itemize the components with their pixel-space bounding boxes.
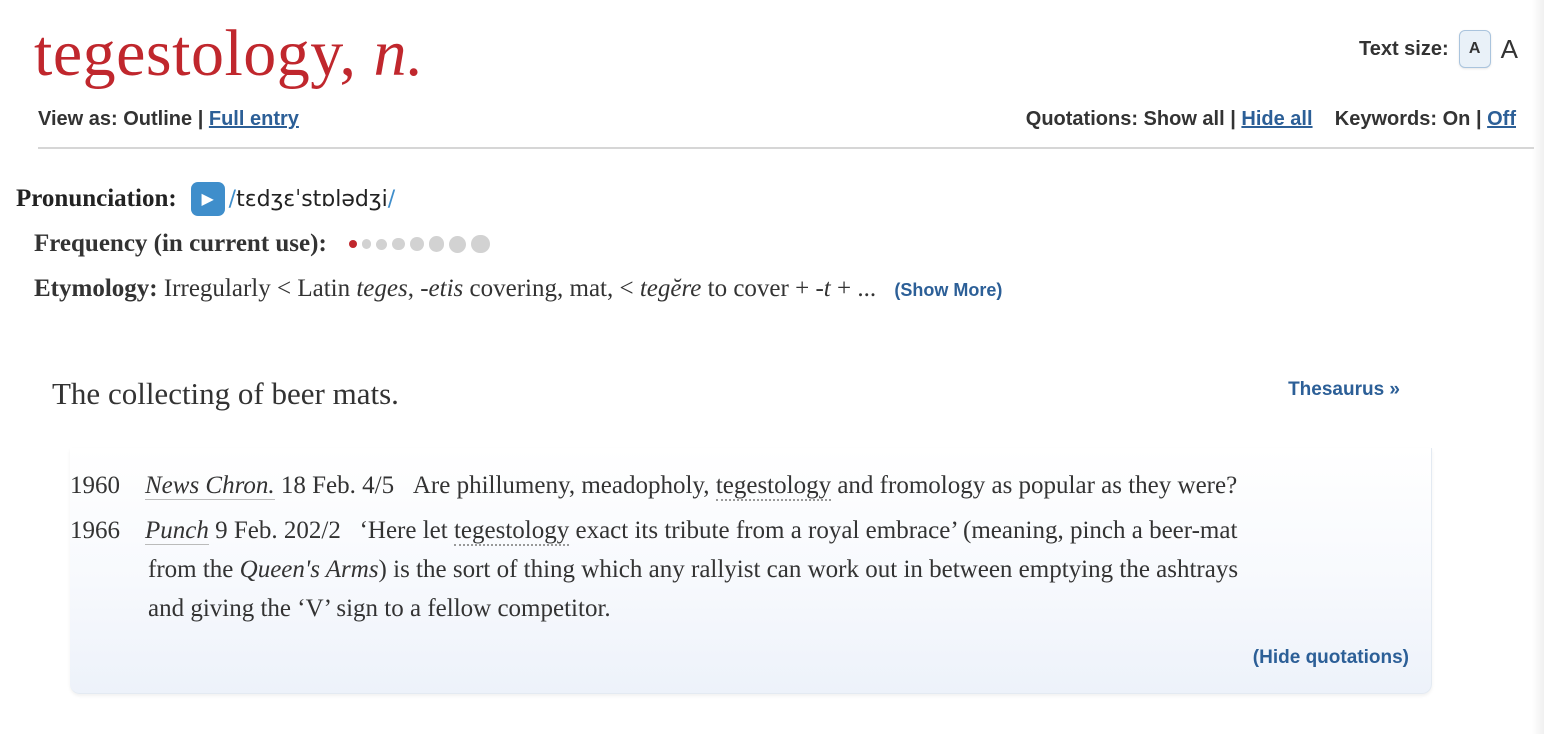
quotation-keyword[interactable]: tegestology xyxy=(453,517,570,546)
separator: | xyxy=(1475,108,1482,130)
quotation-text: Are phillumeny, meadopholy, xyxy=(412,472,716,499)
etymology-show-more-link[interactable]: (Show More) xyxy=(894,280,1002,300)
frequency-dot-empty xyxy=(361,239,372,249)
ipa-slash-right: / xyxy=(387,186,396,212)
keywords-label: Keywords: xyxy=(1334,108,1438,130)
quotation-continuation: from the Queen's Arms) is the sort of th… xyxy=(70,550,1410,589)
keywords-on: On xyxy=(1442,108,1471,130)
quotation-keyword-controls: Quotations: Show all | Hide all Keywords… xyxy=(1026,108,1516,131)
separator: | xyxy=(1230,108,1236,130)
quotation-text: exact its tribute from a royal embrace’ … xyxy=(569,517,1238,544)
quotation-cite: 18 Feb. 4/5 xyxy=(274,472,395,499)
quotation-source[interactable]: Punch xyxy=(145,517,209,545)
etymology-text: + ... xyxy=(830,275,877,302)
quotations-hide-all-link[interactable]: Hide all xyxy=(1241,108,1312,130)
ipa-slash-left: / xyxy=(228,186,237,212)
quotation-year: 1960 xyxy=(70,472,120,499)
view-as-control: View as: Outline | Full entry xyxy=(38,108,299,131)
header-divider xyxy=(38,147,1534,149)
quotation-text: from the xyxy=(148,556,240,583)
quotation-item: 1966 Punch 9 Feb. 202/2 ‘Here let tegesto… xyxy=(70,511,1410,628)
etymology-italic: teges xyxy=(356,275,408,302)
quotation-year: 1966 xyxy=(70,517,120,544)
quotations-label: Quotations: xyxy=(1025,108,1138,130)
view-as-outline: Outline xyxy=(123,108,193,130)
frequency-dot-empty xyxy=(376,238,388,250)
play-icon[interactable]: ▶ xyxy=(190,182,225,216)
pronunciation-label: Pronunciation: xyxy=(16,185,177,212)
full-entry-link[interactable]: Full entry xyxy=(209,108,299,130)
hide-quotations-link[interactable]: (Hide quotations) xyxy=(1253,647,1409,669)
text-size-large-button[interactable]: A xyxy=(1501,34,1518,65)
quotation-continuation: and giving the ‘V’ sign to a fellow comp… xyxy=(70,589,1410,628)
frequency-dots xyxy=(348,234,495,254)
keywords-off-link[interactable]: Off xyxy=(1487,108,1516,130)
frequency-dot-empty xyxy=(471,234,490,254)
quotation-text: ‘Here let xyxy=(359,517,454,544)
frequency-row: Frequency (in current use): xyxy=(34,230,495,258)
text-size-small-button[interactable]: A xyxy=(1458,30,1491,68)
etymology-italic: tegĕre xyxy=(639,275,702,302)
quotation-cite: 9 Feb. 202/2 xyxy=(208,517,341,544)
quotations-show-all: Show all xyxy=(1143,108,1225,130)
frequency-dot-empty xyxy=(449,235,467,253)
quotation-text: and fromology as popular as they were? xyxy=(831,472,1238,499)
etymology-label: Etymology: xyxy=(34,275,158,302)
quotation-source[interactable]: News Chron. xyxy=(145,472,275,500)
page-edge-shadow xyxy=(1532,0,1544,734)
text-size-control: Text size: A A xyxy=(1359,30,1518,68)
etymology-text: Irregularly < Latin xyxy=(157,275,357,302)
thesaurus-link[interactable]: Thesaurus » xyxy=(1288,379,1400,401)
pronunciation-ipa: /tɛdʒɛˈstɒlədʒi/ xyxy=(229,187,395,212)
quotation-text: and giving the ‘V’ sign to a fellow comp… xyxy=(148,595,611,622)
quotation-item: 1960 News Chron. 18 Feb. 4/5 Are phillume… xyxy=(70,466,1410,505)
quotation-text: ) is the sort of thing which any rallyis… xyxy=(378,556,1239,583)
quotation-italic: Queen's Arms xyxy=(239,556,379,583)
frequency-dot-empty xyxy=(409,237,424,251)
text-size-label: Text size: xyxy=(1358,37,1449,60)
etymology-italic: -t xyxy=(815,275,831,302)
headword-title: tegestology, n. xyxy=(34,17,424,90)
frequency-dot-empty xyxy=(392,237,405,251)
view-as-label: View as: xyxy=(38,108,118,130)
frequency-dot-empty xyxy=(428,236,445,252)
etymology-row: Etymology: Irregularly < Latin teges, -e… xyxy=(34,275,1002,303)
frequency-dot-filled xyxy=(348,240,357,248)
quotation-keyword[interactable]: tegestology xyxy=(715,472,832,501)
etymology-italic: -etis xyxy=(420,275,464,302)
definition-text: The collecting of beer mats. xyxy=(52,376,399,411)
separator: | xyxy=(197,108,204,130)
quotations-panel: 1960 News Chron. 18 Feb. 4/5 Are phillume… xyxy=(70,448,1432,694)
ipa-text: tɛdʒɛˈstɒlədʒi xyxy=(236,186,388,212)
frequency-label: Frequency (in current use): xyxy=(34,230,327,257)
etymology-text: covering, mat, < xyxy=(463,275,640,302)
etymology-text: to cover + xyxy=(701,275,816,302)
etymology-text: , xyxy=(407,275,421,302)
pronunciation-row: Pronunciation: ▶ /tɛdʒɛˈstɒlədʒi/ xyxy=(16,182,395,216)
